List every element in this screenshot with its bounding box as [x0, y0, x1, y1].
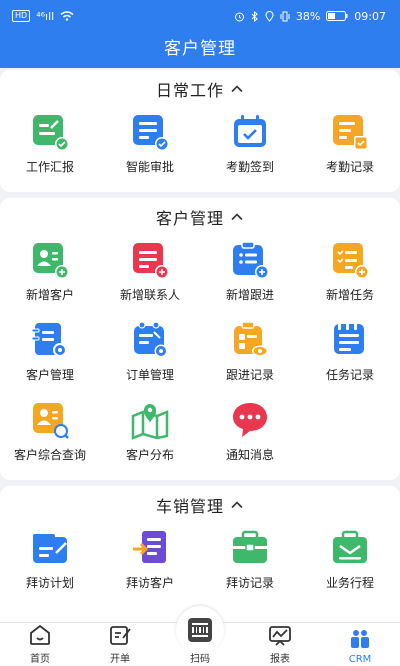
map-pin-icon [131, 404, 169, 440]
tab-create-order[interactable]: 开单 [80, 623, 160, 666]
section-title-customer-management[interactable]: 客户管理 [0, 198, 400, 236]
calendar-checkin-icon [234, 115, 266, 147]
add-contact-icon [133, 243, 169, 279]
customer-manage-icon [31, 323, 67, 357]
grid-item-add-followup[interactable]: 新增跟进 [200, 236, 300, 316]
scan-icon [188, 618, 212, 642]
signal-icon: ⁴⁶ıll [36, 9, 55, 23]
tab-crm[interactable]: CRM [320, 623, 400, 666]
grid-item-notifications[interactable]: 通知消息 [200, 396, 300, 476]
status-bar: HD ⁴⁶ıll 38% 09:07 [0, 0, 400, 32]
chevron-up-icon [231, 501, 243, 509]
bluetooth-icon [251, 10, 258, 22]
report-check-icon [33, 115, 69, 151]
grid-item-add-task[interactable]: 新增任务 [300, 236, 400, 316]
grid-item-order-manage[interactable]: 订单管理 [100, 316, 200, 396]
tab-reports[interactable]: 报表 [240, 623, 320, 666]
grid-item-attendance-record[interactable]: 考勤记录 [300, 108, 400, 188]
tab-home[interactable]: 首页 [0, 623, 80, 666]
clock: 09:07 [354, 9, 386, 23]
add-followup-icon [233, 241, 269, 279]
grid-item-visit-customer[interactable]: 拜访客户 [100, 524, 200, 604]
chat-bubble-icon [233, 403, 267, 437]
business-trip-icon [333, 530, 367, 563]
visit-plan-icon [33, 534, 67, 563]
page-title: 客户管理 [164, 39, 236, 59]
grid-item-visit-plan[interactable]: 拜访计划 [0, 524, 100, 604]
order-manage-icon [134, 321, 168, 358]
scan-button[interactable] [176, 606, 224, 654]
location-icon [265, 10, 274, 22]
wifi-icon [60, 11, 74, 21]
report-chart-icon [269, 626, 291, 646]
chevron-up-icon [231, 85, 243, 93]
home-icon [30, 624, 50, 645]
grid-item-add-customer[interactable]: 新增客户 [0, 236, 100, 316]
nav-bar: 客户管理 [0, 32, 400, 68]
grid-item-business-trip[interactable]: 业务行程 [300, 524, 400, 604]
section-customer-management: 客户管理 新增客户 新增联系人 新增跟进 新增任务 客户管理 订单管理 跟进记录… [0, 198, 400, 480]
add-customer-icon [33, 243, 69, 279]
task-record-icon [334, 322, 364, 354]
crm-users-icon [351, 630, 369, 648]
vibrate-icon [280, 11, 290, 21]
customer-search-icon [33, 403, 69, 439]
add-task-icon [333, 243, 369, 279]
section-title-daily-work[interactable]: 日常工作 [0, 70, 400, 108]
visit-customer-icon [133, 531, 166, 563]
followup-record-icon [234, 321, 268, 357]
grid-item-followup-record[interactable]: 跟进记录 [200, 316, 300, 396]
section-title-vehicle-sales[interactable]: 车销管理 [0, 486, 400, 524]
grid-item-task-record[interactable]: 任务记录 [300, 316, 400, 396]
grid-item-work-report[interactable]: 工作汇报 [0, 108, 100, 188]
grid-item-customer-manage[interactable]: 客户管理 [0, 316, 100, 396]
grid-item-customer-search[interactable]: 客户综合查询 [0, 396, 100, 476]
grid-item-add-contact[interactable]: 新增联系人 [100, 236, 200, 316]
alarm-icon [234, 12, 244, 21]
chevron-up-icon [231, 213, 243, 221]
approval-icon [133, 115, 169, 151]
battery-percent: 38% [295, 9, 321, 23]
order-edit-icon [110, 626, 131, 645]
section-daily-work: 日常工作 工作汇报 智能审批 考勤签到 考勤记录 [0, 70, 400, 192]
attendance-record-icon [333, 115, 368, 150]
battery-icon [326, 11, 348, 21]
hd-badge: HD [12, 10, 31, 22]
grid-item-smart-approval[interactable]: 智能审批 [100, 108, 200, 188]
visit-record-icon [233, 530, 267, 563]
grid-item-attendance-checkin[interactable]: 考勤签到 [200, 108, 300, 188]
grid-item-visit-record[interactable]: 拜访记录 [200, 524, 300, 604]
grid-item-customer-distribution[interactable]: 客户分布 [100, 396, 200, 476]
